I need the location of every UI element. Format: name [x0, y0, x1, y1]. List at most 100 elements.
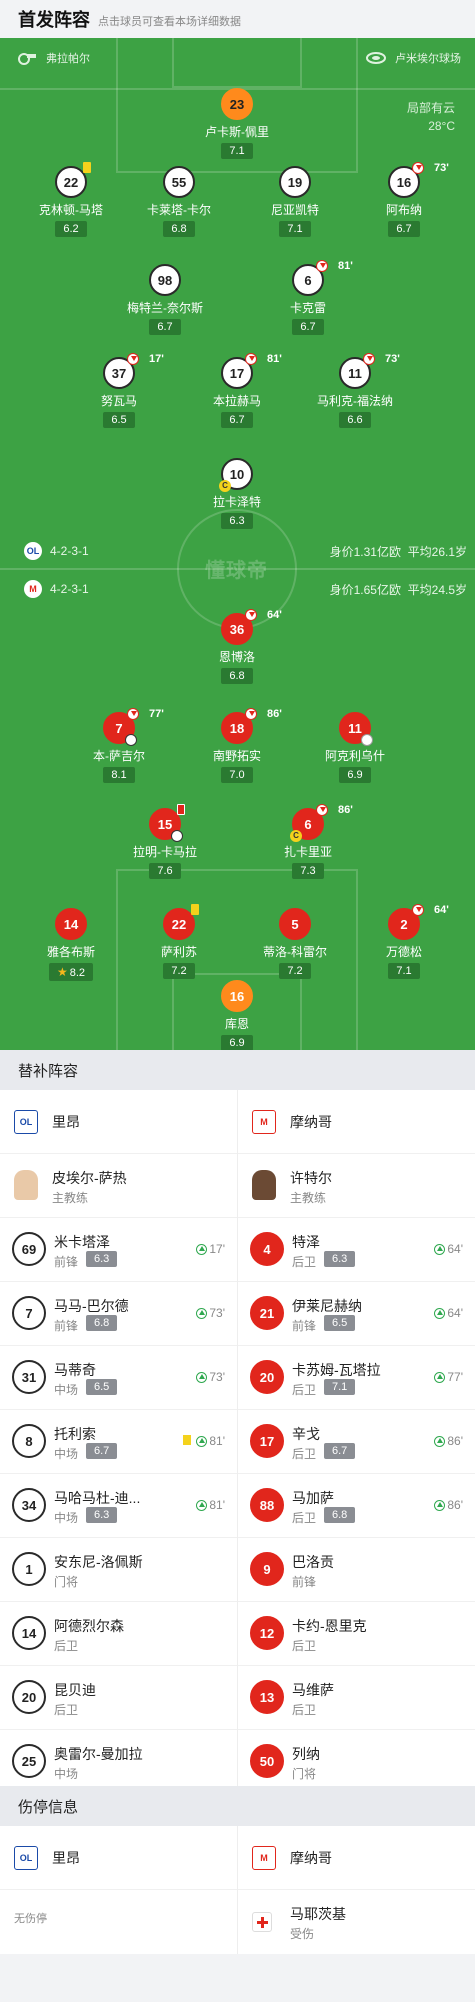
player-name: 本拉赫马 [212, 394, 261, 408]
sub-row[interactable]: 13 马维萨 后卫 [238, 1666, 475, 1730]
sub-row[interactable]: 50 列纳 门将 [238, 1730, 475, 1794]
sub-in-icon [196, 1243, 208, 1255]
sub-rating: 6.7 [324, 1443, 356, 1459]
sub-time: 81' [209, 1434, 225, 1448]
captain-icon: C [219, 480, 231, 492]
home-coach-row[interactable]: 皮埃尔-萨热 主教练 [0, 1154, 237, 1218]
player-number: 55 [163, 166, 195, 198]
star-icon: ★ [56, 965, 68, 979]
pitch: 弗拉帕尔 卢米埃尔球场 局部有云 28°C 懂球帝 OL 4-2-3-1 身价1… [0, 38, 475, 1050]
home-player-10[interactable]: 10 C 拉卡泽特 6.3 [187, 458, 287, 529]
away-player-22[interactable]: 22 萨利苏 7.2 [129, 904, 229, 979]
sub-row[interactable]: 8 托利索 中场 6.7 81' [0, 1410, 237, 1474]
sub-number: 34 [12, 1488, 46, 1522]
sub-number: 4 [250, 1232, 284, 1266]
injured-player-name: 马耶茨基 [290, 1906, 346, 1922]
away-player-5[interactable]: 5 蒂洛-科雷尔 7.2 [245, 908, 345, 979]
home-player-22[interactable]: 22 克林顿-马塔 6.2 [21, 162, 121, 237]
home-player-19[interactable]: 19 尼亚凯特 7.1 [245, 166, 345, 237]
player-name: 雅各布斯 [46, 945, 95, 959]
home-player-11[interactable]: 11 73' 马利克-福法纳 6.6 [305, 353, 405, 428]
sub-row[interactable]: 20 昆贝迪 后卫 [0, 1666, 237, 1730]
sub-rating: 6.3 [324, 1251, 356, 1267]
player-name: 尼亚凯特 [270, 203, 319, 217]
player-rating: 8.2 [69, 967, 86, 979]
sub-row[interactable]: 17 辛戈 后卫 6.7 86' [238, 1410, 475, 1474]
sub-row[interactable]: 34 马哈马杜-迪... 中场 6.3 81' [0, 1474, 237, 1538]
sub-row[interactable]: 20 卡苏姆-瓦塔拉 后卫 7.1 77' [238, 1346, 475, 1410]
weather-info: 局部有云 28°C [407, 99, 455, 135]
sub-position: 后卫 [292, 1447, 317, 1461]
sub-row[interactable]: 31 马蒂奇 中场 6.5 73' [0, 1346, 237, 1410]
sub-row[interactable]: 9 巴洛贡 前锋 [238, 1538, 475, 1602]
home-club-row[interactable]: OL 里昂 [0, 1090, 237, 1154]
sub-time: 64' [447, 1306, 463, 1320]
away-player-11[interactable]: 11 阿克利乌什 6.9 [305, 712, 405, 783]
red-card-icon [177, 804, 185, 815]
player-number: 6 [304, 816, 312, 832]
home-player-55[interactable]: 55 卡莱塔-卡尔 6.8 [129, 166, 229, 237]
sub-row[interactable]: 4 特泽 后卫 6.3 64' [238, 1218, 475, 1282]
home-formation: 4-2-3-1 [50, 544, 89, 558]
sub-time: 81' [267, 353, 282, 365]
away-club-row[interactable]: M 摩纳哥 [238, 1090, 475, 1154]
stadium-line: 卢米埃尔球场 [365, 50, 461, 66]
lyon-logo-icon: OL [14, 1109, 38, 1134]
home-player-98[interactable]: 98 梅特兰-奈尔斯 6.7 [115, 264, 215, 335]
away-player-14[interactable]: 14 雅各布斯 ★ 8.2 [21, 908, 121, 981]
home-player-16[interactable]: 16 73' 阿布纳 6.7 [354, 162, 454, 237]
home-club-row[interactable]: OL 里昂 [0, 1826, 237, 1890]
away-coach-row[interactable]: 许特尔 主教练 [238, 1154, 475, 1218]
away-player-15[interactable]: 15 拉明-卡马拉 7.6 [115, 804, 215, 879]
home-player-37[interactable]: 37 17' 努瓦马 6.5 [69, 353, 169, 428]
sub-rating: 6.8 [86, 1315, 118, 1331]
goal-ball-icon [125, 734, 137, 746]
sub-row[interactable]: 14 阿德烈尔森 后卫 [0, 1602, 237, 1666]
away-club-row[interactable]: M 摩纳哥 [238, 1826, 475, 1890]
sub-in-icon [434, 1307, 446, 1319]
monaco-logo-icon: M [252, 1845, 276, 1870]
sub-name: 马维萨 [292, 1682, 334, 1698]
sub-row[interactable]: 21 伊莱尼赫纳 前锋 6.5 64' [238, 1282, 475, 1346]
away-player-6[interactable]: 6 C 86' 扎卡里亚 7.3 [258, 804, 358, 879]
sub-rating: 6.7 [86, 1443, 118, 1459]
sub-rating: 6.3 [86, 1251, 118, 1267]
sub-row[interactable]: 12 卡约-恩里克 后卫 [238, 1602, 475, 1666]
player-rating: 7.6 [149, 863, 181, 879]
sub-time: 73' [209, 1306, 225, 1320]
away-team-age: 平均24.5岁 [407, 583, 467, 597]
injured-player-row[interactable]: 马耶茨基 受伤 [238, 1890, 475, 1954]
away-player-2[interactable]: 2 64' 万德松 7.1 [354, 904, 454, 979]
stadium-name: 卢米埃尔球场 [395, 53, 461, 65]
sub-out-icon [316, 804, 328, 816]
away-player-7[interactable]: 7 77' 本-萨吉尔 8.1 [69, 708, 169, 783]
sub-row[interactable]: 7 马马-巴尔德 前锋 6.8 73' [0, 1282, 237, 1346]
captain-icon: C [290, 830, 302, 842]
sub-row[interactable]: 25 奥雷尔-曼加拉 中场 [0, 1730, 237, 1794]
sub-time: 86' [338, 804, 353, 816]
away-player-18[interactable]: 18 86' 南野拓实 7.0 [187, 708, 287, 783]
sub-time: 77' [447, 1370, 463, 1384]
player-rating: 7.0 [221, 767, 253, 783]
player-number: 16 [396, 174, 412, 190]
player-name: 蒂洛-科雷尔 [263, 945, 327, 959]
away-player-36[interactable]: 36 64' 恩博洛 6.8 [187, 609, 287, 684]
player-rating: 6.8 [221, 668, 253, 684]
home-player-23[interactable]: 23 卢卡斯-佩里 7.1 [187, 88, 287, 159]
home-player-17[interactable]: 17 81' 本拉赫马 6.7 [187, 353, 287, 428]
sub-time: 77' [149, 708, 164, 720]
away-team-value: 身价1.65亿欧 [329, 583, 401, 597]
player-name: 萨利苏 [160, 945, 197, 959]
home-player-6[interactable]: 6 81' 卡克雷 6.7 [258, 260, 358, 335]
sub-in-icon [196, 1371, 208, 1383]
sub-in-icon [434, 1499, 446, 1511]
player-number: 16 [221, 980, 253, 1012]
sub-out-icon [316, 260, 328, 272]
away-player-16[interactable]: 16 库恩 6.9 [187, 980, 287, 1050]
sub-number: 14 [12, 1616, 46, 1650]
sub-row[interactable]: 1 安东尼-洛佩斯 门将 [0, 1538, 237, 1602]
player-rating: 6.7 [292, 319, 324, 335]
sub-row[interactable]: 88 马加萨 后卫 6.8 86' [238, 1474, 475, 1538]
sub-row[interactable]: 69 米卡塔泽 前锋 6.3 17' [0, 1218, 237, 1282]
sub-position: 前锋 [292, 1575, 317, 1589]
